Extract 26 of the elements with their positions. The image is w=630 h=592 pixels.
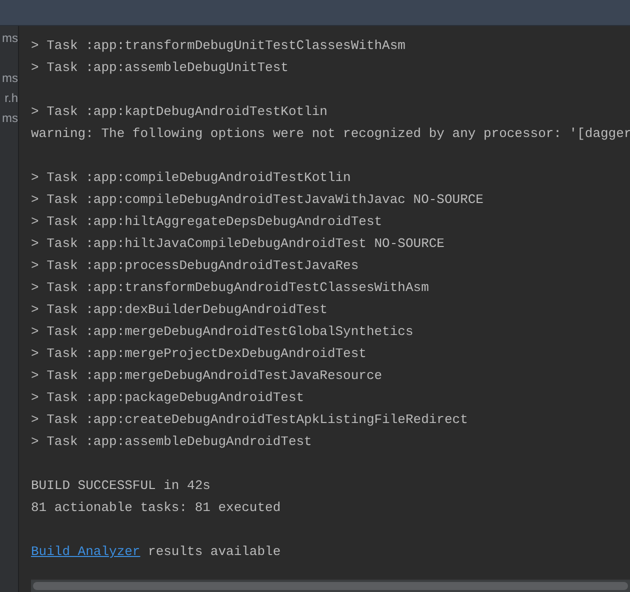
console-line: > Task :app:assembleDebugUnitTest: [31, 59, 288, 77]
console-line: > Task :app:mergeDebugAndroidTestGlobalSynthetics: [31, 323, 414, 341]
console-line: BUILD SUCCESSFUL in 42s: [31, 477, 210, 495]
file-label[interactable]: ms: [2, 31, 18, 45]
console-line: > Task :app:transformDebugUnitTestClassesWithAsm: [31, 37, 406, 55]
console-line: > Task :app:createDebugAndroidTestApkListingFileRedirect: [31, 411, 468, 429]
console-line: > Task :app:packageDebugAndroidTest: [31, 389, 304, 407]
console-line: results available: [148, 543, 281, 561]
console-line: > Task :app:transformDebugAndroidTestClassesWithAsm: [31, 279, 429, 297]
file-label[interactable]: ms: [2, 111, 18, 125]
console-line: > Task :app:mergeDebugAndroidTestJavaResource: [31, 367, 382, 385]
build-analyzer-link[interactable]: Build Analyzer: [31, 541, 140, 563]
console-line: > Task :app:hiltAggregateDepsDebugAndroidTest: [31, 213, 382, 231]
scrollbar-thumb[interactable]: [33, 582, 628, 590]
console-line: > Task :app:hiltJavaCompileDebugAndroidTest NO-SOURCE: [31, 235, 444, 253]
console-line: > Task :app:dexBuilderDebugAndroidTest: [31, 301, 328, 319]
console-line: > Task :app:compileDebugAndroidTestJavaWithJavac NO-SOURCE: [31, 191, 484, 209]
file-label[interactable]: r.h: [4, 91, 18, 105]
file-label[interactable]: ms: [2, 71, 18, 85]
console-line: > Task :app:compileDebugAndroidTestKotlin: [31, 169, 351, 187]
console-line: > Task :app:processDebugAndroidTestJavaRes: [31, 257, 359, 275]
console-line: > Task :app:kaptDebugAndroidTestKotlin: [31, 103, 328, 121]
console-line: > Task :app:assembleDebugAndroidTest: [31, 433, 312, 451]
console-line: > Task :app:mergeProjectDexDebugAndroidTest: [31, 345, 366, 363]
console-line: 81 actionable tasks: 81 executed: [31, 499, 281, 517]
horizontal-scrollbar[interactable]: [31, 579, 630, 592]
